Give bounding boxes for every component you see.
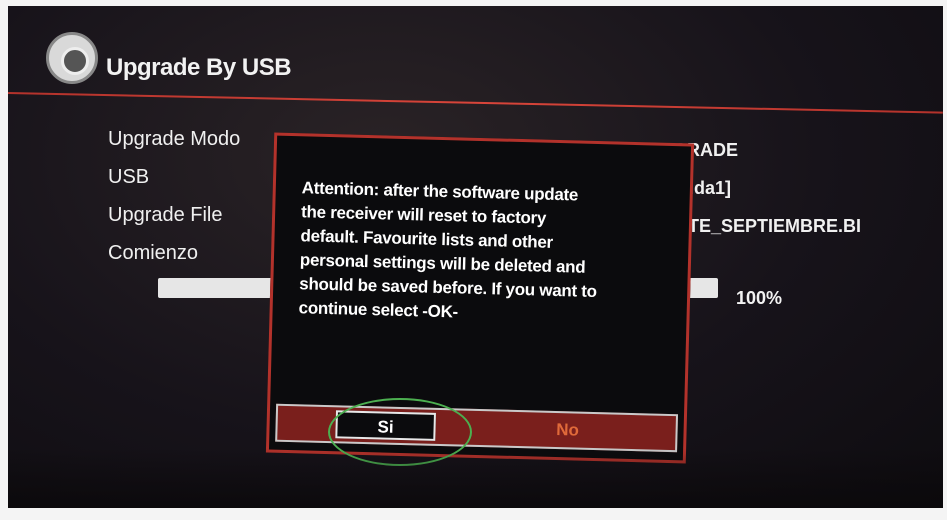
- page-title: Upgrade By USB: [106, 54, 292, 81]
- settings-menu: Upgrade Modo USB Upgrade File Comienzo: [108, 120, 240, 272]
- header-divider: [8, 92, 943, 114]
- progress-percent: 100%: [736, 288, 783, 308]
- upgrade-file-value: TE_SEPTIEMBRE.BI: [688, 216, 862, 236]
- tv-screen: Upgrade By USB Upgrade Modo USB Upgrade …: [8, 6, 943, 508]
- disc-icon: [46, 32, 98, 84]
- no-button[interactable]: No: [517, 415, 618, 446]
- menu-item-upgrade-file[interactable]: Upgrade File: [108, 196, 240, 234]
- menu-item-start[interactable]: Comienzo: [108, 234, 240, 272]
- screen-shadow: [8, 448, 943, 508]
- header: Upgrade By USB: [8, 6, 943, 114]
- dialog-message: Attention: after the software update the…: [298, 178, 597, 322]
- confirm-dialog: Attention: after the software update the…: [265, 132, 695, 464]
- menu-item-usb[interactable]: USB: [108, 158, 240, 196]
- menu-item-upgrade-mode[interactable]: Upgrade Modo: [108, 120, 240, 158]
